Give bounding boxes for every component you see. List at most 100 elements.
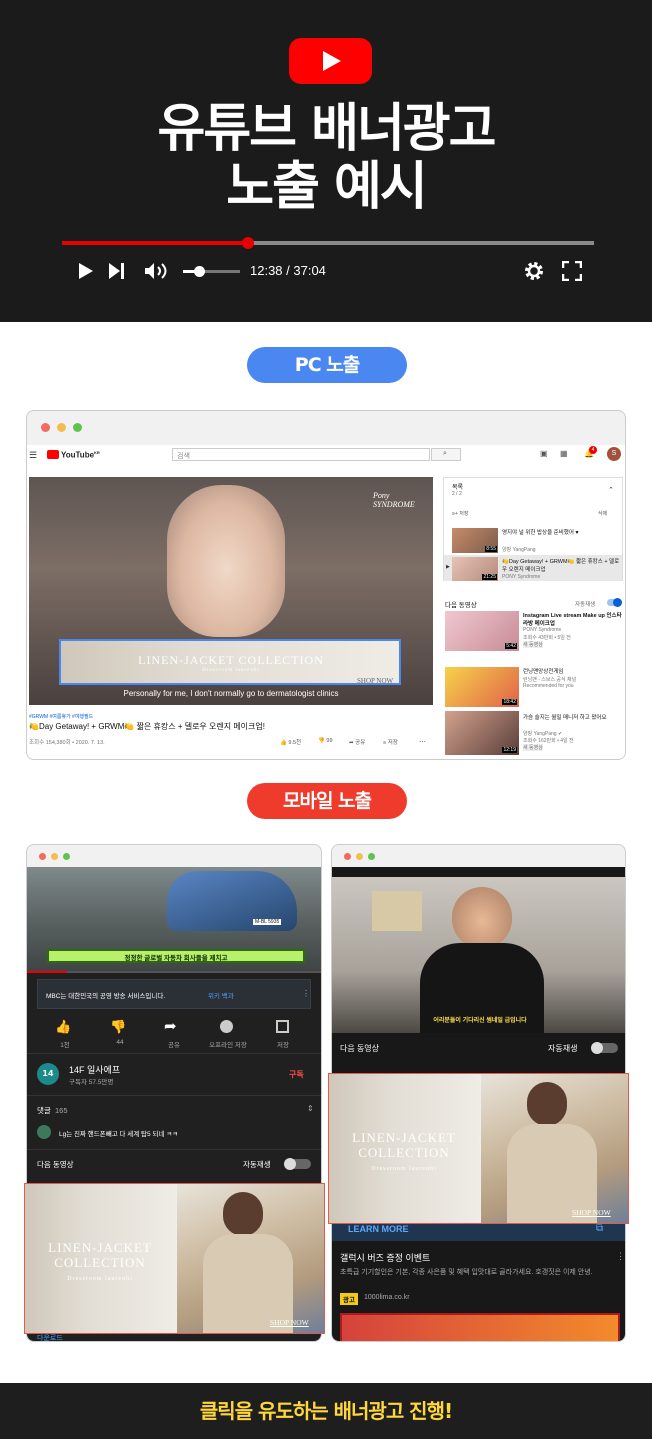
playlist-item-1-title[interactable]: 영지야 널 위한 밥상을 준비했어 ♥ [502, 528, 620, 536]
maximize-dot-icon [63, 853, 70, 860]
volume-slider-knob[interactable] [194, 266, 205, 277]
video-progress[interactable] [27, 971, 321, 973]
avatar[interactable]: S [607, 447, 621, 461]
autoplay-label: 자동재생 [575, 602, 596, 608]
comment-text: Lg는 진짜 핸드폰빼고 다 세계 탑5 되네 ㅋㅋ [59, 1131, 179, 1138]
share-label: 공유 [168, 1042, 180, 1049]
ad-more-icon[interactable]: ⋮ [616, 1251, 625, 1262]
save-button[interactable]: ≡ 저장 [383, 738, 398, 746]
download-label: 오프라인 저장 [209, 1042, 247, 1049]
up-next-thumb-1[interactable]: 5:42 [445, 611, 519, 651]
up-next-3-badge: 새 동영상 [523, 744, 543, 751]
more-icon[interactable]: ⋯ [419, 738, 426, 746]
like-button[interactable]: 👍 9.5천 [280, 738, 301, 746]
ad-preview-image[interactable] [340, 1313, 620, 1341]
channel-name[interactable]: 14F 일사에프 [69, 1063, 120, 1076]
autoplay-toggle[interactable] [284, 1158, 311, 1170]
hero-title: 유튜브 배너광고 노출 예시 [0, 100, 652, 216]
dislike-button[interactable]: 👎 99 [318, 738, 333, 744]
youtube-wordmark[interactable]: YouTubeKR [61, 450, 100, 460]
mobile-right-banner-ad[interactable]: LINEN-JACKET COLLECTION Dressroom laurenh… [328, 1073, 629, 1224]
more-vert-icon[interactable]: ⋮ [302, 989, 310, 998]
playlist-item-2-channel: PONY Syndrome [502, 574, 541, 580]
up-next-3-title[interactable]: 가슴 슬지는 월밀 매니저 하고 왔어요 [523, 713, 625, 721]
share-icon[interactable]: ➦ [164, 1017, 177, 1035]
mobile-left-banner-ad[interactable]: LINEN-JACKET COLLECTION Dressroom laurenh… [24, 1183, 325, 1334]
expand-icon[interactable]: ⇕ [307, 1104, 314, 1113]
fullscreen-icon[interactable] [562, 261, 582, 281]
close-dot-icon [344, 853, 351, 860]
comments-label[interactable]: 댓글 165 [37, 1105, 68, 1116]
close-dot-icon [39, 853, 46, 860]
up-next-2-title[interactable]: 런닝맨앙상전게임 [523, 667, 625, 675]
hero-title-line2: 노출 예시 [226, 157, 427, 217]
subscriber-count: 구독자 57.5만명 [69, 1079, 114, 1086]
playlist-item-2-title[interactable]: 🍋Day Getaway! + GRWM🍋 짧은 휴캉스 + 델로우 오렌지 메… [502, 557, 620, 573]
progress-scrubber[interactable] [242, 237, 254, 249]
video-player[interactable]: Pony SYNDROME LINEN-JACKET COLLECTION Dr… [29, 477, 433, 705]
pc-banner-ad[interactable]: LINEN-JACKET COLLECTION Dressroom lauren… [59, 639, 401, 685]
search-input[interactable]: 검색 [172, 448, 430, 461]
ad-url[interactable]: 1000lima.co.kr [364, 1294, 410, 1301]
banner-cta[interactable]: SHOP NOW [270, 1318, 309, 1327]
share-button[interactable]: ➦ 공유 [349, 738, 365, 746]
notification-count-badge: 4 [589, 446, 597, 454]
maximize-dot-icon [73, 423, 82, 432]
search-icon: ⌕ [443, 450, 447, 457]
up-next-thumb-3[interactable]: 12:19 [445, 711, 519, 755]
play-icon[interactable] [78, 262, 94, 280]
add-to-playlist-icon[interactable] [276, 1020, 289, 1033]
search-button[interactable]: ⌕ [431, 448, 461, 461]
info-panel: MBC는 대한민국의 공영 방송 서비스입니다. 위키 백과 ⋮ [37, 979, 311, 1009]
wall-frame-image [372, 891, 422, 931]
subscribe-button[interactable]: 구독 [289, 1069, 304, 1080]
channel-avatar[interactable]: 14 [37, 1063, 59, 1085]
info-text: MBC는 대한민국의 공영 방송 서비스입니다. [46, 993, 166, 1000]
banner-cta[interactable]: SHOP NOW [357, 677, 393, 683]
download-icon[interactable] [220, 1020, 233, 1033]
ad-title[interactable]: 갤럭시 버즈 증정 이벤트 [340, 1251, 430, 1264]
video-caption-box: 정정한 글로벌 자동차 회사들을 제치고 [47, 949, 305, 963]
minimize-dot-icon [51, 853, 58, 860]
banner-subtitle: Dressroom laurenhi [67, 1276, 133, 1282]
banner-subtitle: Dressroom laurenhi [202, 668, 260, 673]
collapse-icon[interactable]: ⌃ [608, 486, 614, 494]
youtube-small-logo-icon[interactable] [47, 450, 59, 459]
create-video-icon[interactable]: ▣ [540, 449, 548, 458]
up-next-3-channel: 양팡 YangPang ✔ [523, 731, 563, 737]
up-next-1-meta: 조회수 43만회 • 5일 전 [523, 635, 571, 641]
wiki-link[interactable]: 위키 백과 [208, 990, 234, 1000]
now-playing-icon: ▶ [446, 564, 450, 570]
ad-badge: 광고 [340, 1293, 358, 1305]
playlist-item-1-channel: 양팡 YangPang [502, 547, 536, 553]
apps-grid-icon[interactable]: ▦ [560, 449, 568, 458]
banner-cta[interactable]: SHOP NOW [572, 1208, 611, 1217]
autoplay-toggle[interactable] [591, 1042, 618, 1054]
youtube-logo-icon [289, 38, 372, 84]
car-video[interactable]: M-BL 5935 정정한 글로벌 자동차 회사들을 제치고 [27, 867, 321, 973]
autoplay-toggle[interactable] [607, 598, 622, 607]
playlist-save-button[interactable]: ≡+ 저장 [452, 510, 468, 517]
brand-watermark: Pony SYNDROME [373, 491, 415, 509]
thumb-down-icon[interactable]: 👎 [110, 1019, 126, 1035]
up-next-label: 다음 동영상 [445, 602, 477, 609]
menu-icon[interactable]: ☰ [29, 450, 37, 461]
volume-icon[interactable] [144, 262, 172, 280]
thumb-up-icon[interactable]: 👍 [55, 1019, 71, 1035]
close-dot-icon [41, 423, 50, 432]
playlist-thumb-1[interactable]: 8:55 [452, 528, 498, 553]
up-next-label: 다음 동영상 [37, 1160, 74, 1169]
playlist-delete-button[interactable]: 삭제 [598, 510, 607, 517]
playlist-thumb-2[interactable]: 21:25 [452, 557, 498, 581]
settings-gear-icon[interactable] [523, 260, 545, 282]
playlist-title: 목록 [452, 485, 464, 491]
banner-title: LINEN-JACKET COLLECTION [352, 1130, 456, 1160]
up-next-1-title[interactable]: Instagram Live stream Make up 인스타 라방 메이크… [523, 611, 625, 627]
video-hashtags[interactable]: #GRWM #여름휴가 #여행필드 [29, 713, 93, 720]
model-photo [177, 1184, 324, 1333]
banner-left-panel: LINEN-JACKET COLLECTION Dressroom laurenh… [329, 1074, 479, 1223]
up-next-thumb-2[interactable]: 18:42 [445, 667, 519, 707]
next-icon[interactable] [108, 262, 126, 280]
vlog-video[interactable]: 어리분들이 기다리신 썸네일 급입니다 [332, 877, 625, 1033]
banner-left-panel: LINEN-JACKET COLLECTION Dressroom laurenh… [25, 1184, 175, 1333]
